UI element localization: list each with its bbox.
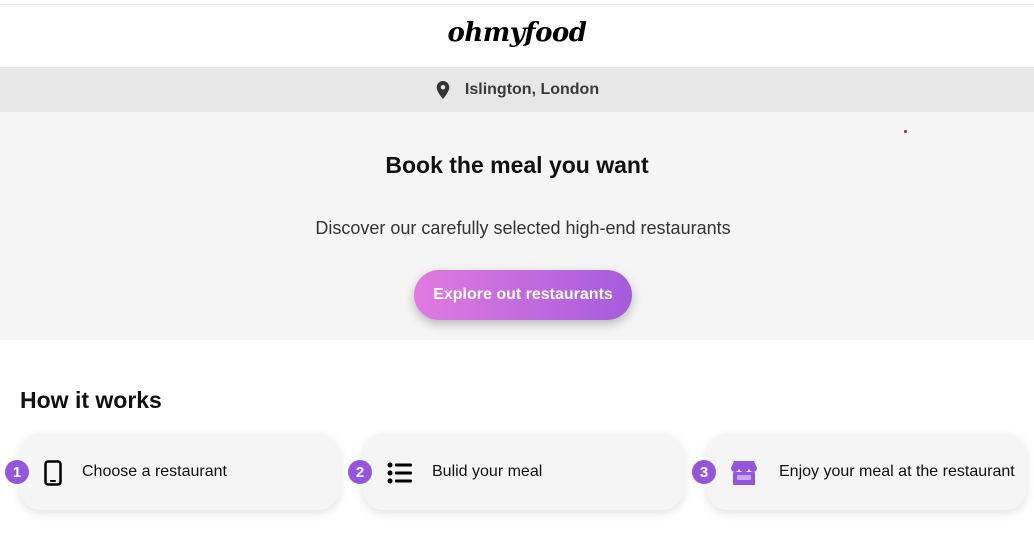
step-number-badge: 3 [692,460,716,484]
hero-subtitle: Discover our carefully selected high-end… [315,218,731,238]
step-label: Bulid your meal [432,463,543,480]
hero-section: Book the meal you want Discover our care… [0,112,1034,340]
store-icon [730,460,758,486]
step-label: Choose a restaurant [82,463,227,480]
explore-restaurants-button[interactable]: Explore out restaurants [414,270,632,320]
list-icon [386,460,414,486]
step-label: Enjoy your meal at the restaurant [779,463,1015,480]
hero-title: Book the meal you want [385,152,649,178]
map-pin-icon [435,80,451,99]
decorative-dot [904,130,907,133]
location-text: Islington, London [464,80,600,98]
location-bar: Islington, London [0,67,1034,112]
logo[interactable]: ohmyfood [448,20,587,46]
site-header: ohmyfood [0,5,1034,67]
step-number-badge: 2 [348,460,372,484]
smartphone-icon [39,460,67,486]
how-it-works-title: How it works [20,387,162,413]
step-number-badge: 1 [5,460,29,484]
